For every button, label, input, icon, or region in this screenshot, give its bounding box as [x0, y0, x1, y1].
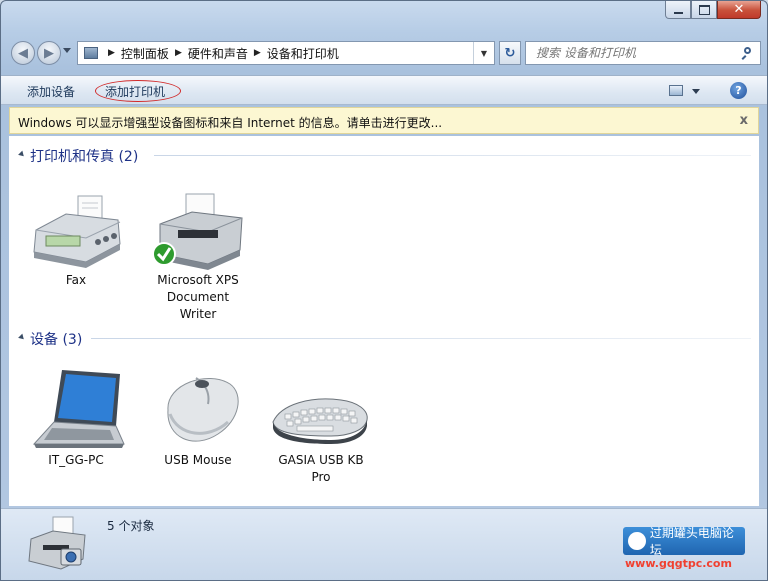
breadcrumb-devices-printers[interactable]: 设备和打印机 — [267, 45, 339, 62]
navigation-bar: ◀ ▶ ▶ 控制面板 ▶ 硬件和声音 ▶ 设备和打印机 ▼ ↻ — [9, 39, 761, 67]
address-bar[interactable]: ▶ 控制面板 ▶ 硬件和声音 ▶ 设备和打印机 ▼ — [77, 41, 495, 65]
device-name: IT_GG-PC — [48, 453, 104, 467]
group-title: 打印机和传真 (2) — [30, 149, 139, 165]
group-header-devices[interactable]: 设备 (3) — [9, 327, 759, 349]
mouse-icon — [148, 370, 248, 452]
device-item-fax[interactable]: Fax — [26, 190, 126, 289]
device-list: 打印机和传真 (2) Fax Microsoft XPS Document Wr… — [9, 136, 759, 506]
divider — [91, 338, 751, 339]
collapse-icon — [18, 150, 26, 159]
address-dropdown[interactable]: ▼ — [473, 42, 494, 64]
device-item-usb-mouse[interactable]: USB Mouse — [148, 370, 248, 469]
recent-pages-dropdown[interactable] — [63, 48, 71, 53]
watermark-text: 过期罐头电脑论坛 — [649, 526, 734, 557]
refresh-button[interactable]: ↻ — [499, 41, 521, 65]
device-name: Microsoft XPS Document Writer — [157, 273, 239, 321]
view-options-dropdown[interactable] — [692, 89, 700, 94]
back-button[interactable]: ◀ — [11, 41, 35, 65]
watermark-url: www.gqgtpc.com — [625, 557, 732, 570]
refresh-icon: ↻ — [504, 45, 516, 61]
forward-button[interactable]: ▶ — [37, 41, 61, 65]
breadcrumb-control-panel[interactable]: 控制面板 — [121, 45, 169, 62]
laptop-icon — [26, 370, 126, 452]
breadcrumb-hardware-sound[interactable]: 硬件和声音 — [188, 45, 248, 62]
breadcrumb-separator[interactable]: ▶ — [108, 48, 115, 58]
arrow-left-icon: ◀ — [18, 45, 28, 61]
device-name: Fax — [65, 273, 87, 287]
control-panel-icon — [84, 47, 98, 59]
printer-default-icon — [148, 190, 248, 272]
arrow-right-icon: ▶ — [44, 45, 54, 61]
maximize-button[interactable] — [691, 1, 717, 19]
watermark-badge: 过期罐头电脑论坛 — [623, 526, 745, 557]
maximize-icon — [698, 4, 710, 15]
breadcrumb-separator[interactable]: ▶ — [175, 48, 182, 58]
command-bar: 添加设备 添加打印机 ? — [1, 75, 767, 105]
caption-buttons: ✕ — [665, 1, 761, 19]
group-title: 设备 (3) — [30, 332, 83, 348]
device-item-it-gg-pc[interactable]: IT_GG-PC — [26, 370, 126, 469]
close-icon: ✕ — [733, 2, 745, 17]
help-icon: ? — [735, 84, 742, 97]
devices-printers-icon — [23, 515, 89, 578]
close-button[interactable]: ✕ — [717, 1, 761, 19]
item-count: 5 个对象 — [107, 519, 155, 533]
minimize-icon — [673, 11, 683, 14]
device-item-xps-writer[interactable]: Microsoft XPS Document Writer — [148, 190, 248, 323]
add-device-button[interactable]: 添加设备 — [27, 83, 75, 100]
device-name: GASIA USB KB Pro — [278, 453, 364, 484]
add-printer-button[interactable]: 添加打印机 — [105, 83, 165, 100]
help-button[interactable]: ? — [730, 82, 747, 99]
change-view-icon[interactable] — [669, 85, 683, 96]
search-icon[interactable] — [742, 47, 754, 59]
info-bar-message[interactable]: Windows 可以显示增强型设备图标和来自 Internet 的信息。请单击进… — [18, 114, 442, 131]
breadcrumb-separator[interactable]: ▶ — [254, 48, 261, 58]
collapse-icon — [18, 333, 26, 342]
forum-logo-icon — [628, 532, 646, 550]
keyboard-icon — [271, 370, 371, 452]
minimize-button[interactable] — [665, 1, 691, 19]
devices-printers-window: ✕ ◀ ▶ ▶ 控制面板 ▶ 硬件和声音 ▶ 设备和打印机 ▼ ↻ 添加设备 添… — [0, 0, 768, 581]
chevron-down-icon: ▼ — [480, 48, 488, 58]
search-input[interactable] — [526, 45, 738, 61]
search-box[interactable] — [525, 41, 761, 65]
fax-icon — [26, 190, 126, 272]
group-header-printers[interactable]: 打印机和传真 (2) — [9, 144, 759, 166]
info-bar[interactable]: Windows 可以显示增强型设备图标和来自 Internet 的信息。请单击进… — [9, 107, 759, 134]
device-name: USB Mouse — [164, 453, 232, 467]
info-bar-close-button[interactable]: x — [740, 113, 748, 128]
divider — [154, 155, 751, 156]
device-item-gasia-keyboard[interactable]: GASIA USB KB Pro — [271, 370, 371, 486]
